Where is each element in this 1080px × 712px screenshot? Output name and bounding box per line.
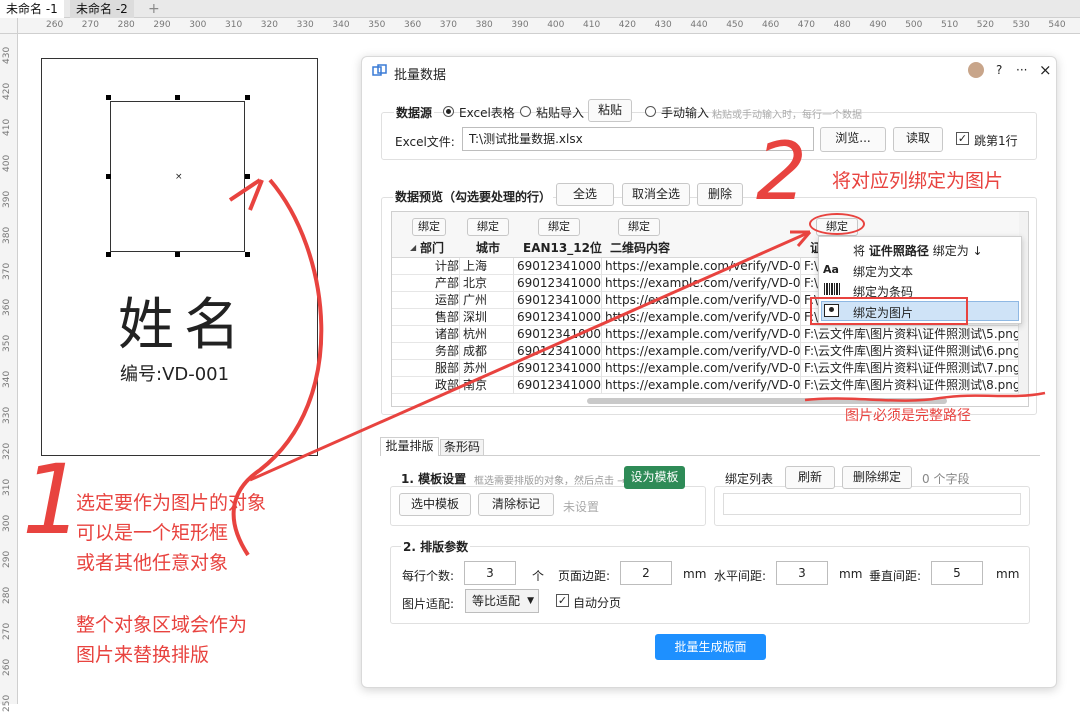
arrow-head-1 [228,178,264,211]
annotation-overlay [228,178,1046,557]
annotation-path-hint: 图片必须是完整路径 [845,408,971,424]
annotation-number-2: 2 [756,125,807,218]
annotation-left-3: 或者其他任意对象 [76,552,229,574]
annotation-left-1: 选定要作为图片的对象 [76,492,267,514]
pointer-line [249,230,811,482]
annotation-left-5: 图片来替换排版 [76,644,210,666]
underline-path [804,391,1046,402]
annotation-left-4: 整个对象区域会作为 [76,614,248,636]
annotation-bind-hint: 将对应列绑定为图片 [832,170,1004,192]
annotation-left-2: 可以是一个矩形框 [76,522,229,544]
annotation-number-1: 1 [22,444,84,556]
